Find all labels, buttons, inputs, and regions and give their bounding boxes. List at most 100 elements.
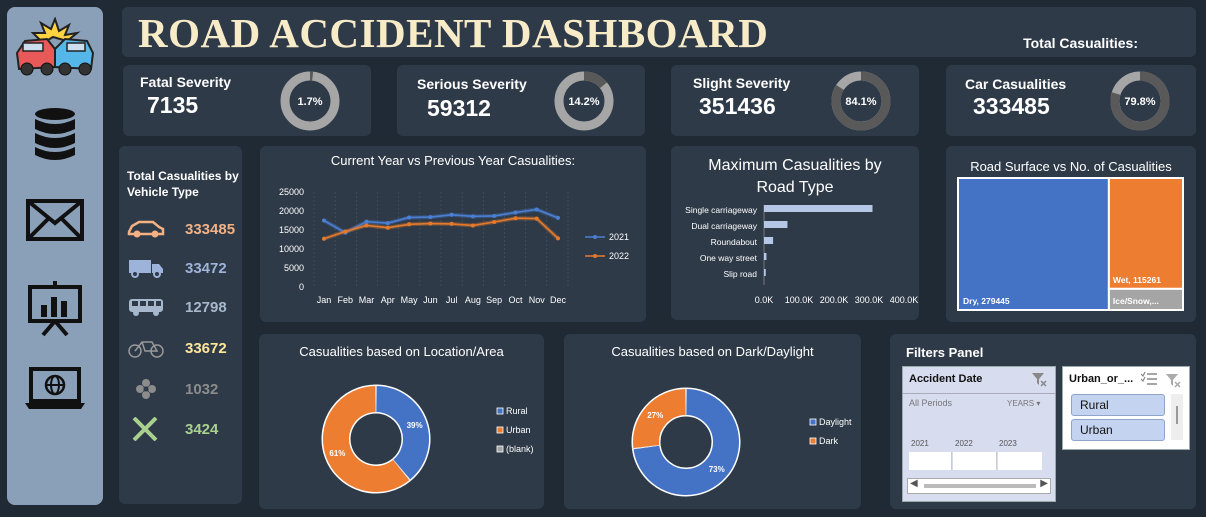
kpi-value: 59312	[427, 95, 491, 121]
kpi-donut: 14.2%	[554, 71, 614, 131]
series-point	[364, 219, 369, 224]
series-point	[322, 236, 326, 241]
car-icon	[127, 220, 165, 238]
option-label: Urban	[1080, 423, 1113, 437]
legend-label: 2022	[609, 251, 629, 261]
timeline-year-2021[interactable]	[909, 452, 952, 470]
legend-label: (blank)	[506, 444, 534, 454]
truck-icon	[129, 260, 163, 278]
year-label-2023: 2023	[999, 439, 1017, 448]
database-icon[interactable]	[7, 107, 103, 163]
series-point	[556, 236, 560, 241]
kpi-card-fatal: Fatal Severity 7135 1.7%	[123, 65, 371, 136]
scrollbar-thumb[interactable]	[1176, 406, 1178, 424]
x-tick-label: Nov	[529, 295, 546, 305]
location-panel: Casualities based on Location/Area 39% 61…	[259, 334, 544, 509]
vehicle-row-other: 1032	[127, 377, 243, 401]
accident-date-slicer: Accident Date All Periods YEARS ▾ 2021 2…	[902, 366, 1056, 502]
donut-data-label: 39%	[407, 421, 423, 430]
category-label: Slip road	[723, 269, 757, 279]
filters-panel: Filters Panel Accident Date All Periods …	[890, 334, 1196, 509]
period-unit-label: YEARS	[1007, 399, 1035, 408]
slicer-option-urban[interactable]: Urban	[1071, 419, 1165, 441]
legend-marker	[593, 235, 597, 239]
presentation-icon[interactable]	[7, 279, 103, 337]
timeline-scrollbar[interactable]: ◀ ▶	[907, 478, 1051, 494]
kpi-label: Fatal Severity	[140, 74, 232, 90]
total-casualties-label: Total Casualities:	[1023, 35, 1138, 51]
scrollbar-track[interactable]	[924, 484, 1036, 488]
road-type-panel: Maximum Casualities by Road Type Single …	[671, 146, 919, 320]
x-tick-label: Dec	[550, 295, 567, 305]
option-label: Rural	[1080, 398, 1109, 412]
timeline-year-2023[interactable]	[998, 452, 1042, 470]
year-label-2021: 2021	[911, 439, 929, 448]
slicer-title: Urban_or_...	[1069, 373, 1134, 385]
donut-data-label: 27%	[647, 411, 663, 420]
filters-title: Filters Panel	[906, 345, 984, 360]
clear-filter-icon[interactable]	[1165, 372, 1181, 388]
y-tick-label: 0	[299, 282, 304, 292]
slicer-divider	[903, 393, 1055, 394]
category-label: Dual carriageway	[691, 221, 757, 231]
series-point	[470, 214, 475, 219]
series-point	[534, 216, 539, 221]
period-unit-dropdown[interactable]: YEARS ▾	[1007, 399, 1040, 408]
vehicle-value: 3424	[185, 420, 219, 438]
series-point	[364, 223, 369, 228]
bar	[764, 253, 767, 260]
clear-filter-icon[interactable]	[1031, 371, 1047, 387]
line-chart-panel: Current Year vs Previous Year Casualitie…	[260, 146, 646, 322]
kpi-value: 333485	[973, 93, 1050, 119]
kpi-value: 7135	[147, 92, 199, 118]
mail-icon[interactable]	[7, 199, 103, 241]
kpi-percent: 84.1%	[845, 96, 876, 108]
category-label: Single carriageway	[685, 205, 758, 215]
laptop-globe-icon[interactable]	[7, 367, 103, 411]
scroll-right-icon[interactable]: ▶	[1040, 478, 1048, 489]
y-tick-label: 10000	[279, 244, 304, 254]
timeline-year-2022[interactable]	[953, 452, 997, 470]
kpi-value: 351436	[699, 93, 776, 119]
vehicle-row-bicycle: 33672	[127, 336, 243, 360]
scroll-left-icon[interactable]: ◀	[910, 478, 918, 489]
series-point	[492, 213, 497, 218]
x-tick-label: Jan	[317, 295, 332, 305]
series-point	[449, 212, 454, 217]
multi-select-icon[interactable]	[1141, 372, 1157, 386]
vehicle-type-panel: Total Casualities by Vehicle Type 333485…	[119, 146, 242, 504]
x-tick-label: 200.0K	[820, 295, 849, 305]
kpi-donut: 79.8%	[1110, 71, 1170, 131]
series-point	[343, 229, 348, 234]
bar	[764, 205, 873, 212]
series-point	[322, 218, 326, 223]
kpi-label: Car Casualities	[965, 76, 1067, 92]
y-tick-label: 20000	[279, 206, 304, 216]
slicer-option-rural[interactable]: Rural	[1071, 394, 1165, 416]
kpi-card-slight: Slight Severity 351436 84.1%	[671, 65, 919, 136]
series-point	[492, 220, 497, 225]
series-point	[407, 222, 412, 227]
legend-label: 2021	[609, 232, 629, 242]
series-point	[513, 210, 518, 215]
x-tick-label: Aug	[465, 295, 481, 305]
chevron-down-icon: ▾	[1036, 399, 1041, 408]
legend-swatch	[809, 437, 817, 445]
legend-label: Dark	[819, 436, 839, 446]
bicycle-icon	[128, 341, 164, 358]
daylight-donut: 73% 27% Daylight Dark	[631, 387, 852, 497]
treemap-label: Ice/Snow,...	[1113, 296, 1159, 306]
kpi-label: Slight Severity	[693, 75, 791, 91]
kpi-percent: 79.8%	[1124, 96, 1155, 108]
legend-label: Daylight	[819, 417, 852, 427]
kpi-label: Serious Severity	[417, 76, 527, 92]
location-donut: 39% 61% Rural Urban (blank)	[321, 384, 534, 494]
treemap-label: Dry, 279445	[963, 296, 1010, 306]
daylight-panel: Casualities based on Dark/Daylight 73% 27…	[564, 334, 861, 509]
slicer-scrollbar[interactable]	[1171, 394, 1183, 440]
x-tick-label: May	[401, 295, 419, 305]
legend-swatch	[809, 418, 817, 426]
car-crash-icon[interactable]	[7, 17, 103, 79]
legend-swatch	[496, 445, 504, 453]
line-chart: 25000 20000 15000 10000 5000 0 Jan Feb Mar Apr May…	[279, 187, 629, 305]
